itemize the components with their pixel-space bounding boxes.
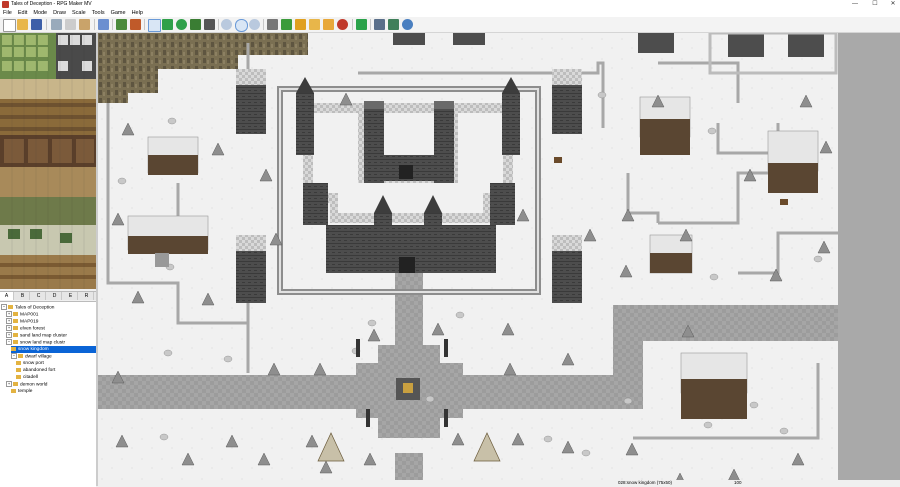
pencil-icon[interactable] <box>148 19 161 32</box>
plugin-manager-icon[interactable] <box>281 19 292 30</box>
collapse-icon[interactable]: − <box>1 304 7 310</box>
save-project-icon[interactable] <box>31 19 42 30</box>
tree-item-map001[interactable]: + MAP001 <box>6 311 38 318</box>
new-project-icon[interactable] <box>3 19 16 32</box>
tab-tileset-e[interactable]: E <box>64 292 78 300</box>
map-icon <box>13 333 18 337</box>
tree-item-demon-world[interactable]: + demon world <box>6 381 47 388</box>
copy-icon[interactable] <box>65 19 76 30</box>
menu-scale[interactable]: Scale <box>69 9 89 17</box>
tab-tileset-c[interactable]: C <box>32 292 46 300</box>
zoom-out-icon[interactable] <box>235 19 248 32</box>
collapse-icon[interactable]: − <box>6 339 12 345</box>
map-icon <box>18 354 23 358</box>
map-icon <box>13 312 18 316</box>
rectangle-icon[interactable] <box>162 19 173 30</box>
close-button[interactable]: ✕ <box>884 0 900 9</box>
map-icon <box>13 382 18 386</box>
window-title: Tales of Deception - RPG Maker MV <box>11 1 92 7</box>
cut-icon[interactable] <box>51 19 62 30</box>
tree-item-project[interactable]: − Tales of Deception <box>1 304 54 311</box>
menu-game[interactable]: Game <box>108 9 129 17</box>
tree-item-abandoned-fort[interactable]: abandoned fort <box>16 367 55 374</box>
minimize-button[interactable]: — <box>846 0 864 9</box>
map-icon <box>11 388 16 393</box>
character-generator-icon[interactable] <box>337 19 348 30</box>
menu-bar: File Edit Mode Draw Scale Tools Game Help <box>0 9 900 17</box>
title-bar: Tales of Deception - RPG Maker MV — ☐ ✕ <box>0 0 900 9</box>
map-tree: − Tales of Deception + MAP001 + MAP019 + elv… <box>0 301 96 487</box>
expand-icon[interactable]: + <box>6 381 12 387</box>
collapse-icon[interactable]: − <box>11 353 17 359</box>
sound-test-icon[interactable] <box>295 19 306 30</box>
expand-icon[interactable]: + <box>6 318 12 324</box>
playtest-icon[interactable] <box>356 19 367 30</box>
tileset-tab-bar: A B C D E R <box>0 291 96 300</box>
tree-item-temple[interactable]: temple <box>11 388 32 395</box>
event-searcher-icon[interactable] <box>309 19 320 30</box>
map-canvas[interactable] <box>98 33 838 480</box>
status-map-info: 028:snow kingdom (75x50) <box>618 480 673 485</box>
zoom-in-icon[interactable] <box>221 19 232 30</box>
game-folder-icon[interactable] <box>374 19 385 30</box>
menu-tools[interactable]: Tools <box>89 9 108 17</box>
folder-icon <box>8 305 13 309</box>
status-bar: 028:snow kingdom (75x50) 100 <box>98 480 900 486</box>
paste-icon[interactable] <box>79 19 90 30</box>
map-icon <box>16 367 21 372</box>
tileset-tiles[interactable] <box>0 33 96 289</box>
app-logo-icon <box>2 1 9 8</box>
menu-mode[interactable]: Mode <box>30 9 50 17</box>
expand-icon[interactable]: + <box>6 332 12 338</box>
event-mode-icon[interactable] <box>130 19 141 30</box>
tree-item-map019[interactable]: + MAP019 <box>6 318 38 325</box>
open-project-icon[interactable] <box>17 19 28 30</box>
map-icon <box>13 326 18 330</box>
tree-item-snow-port[interactable]: snow port <box>16 360 44 367</box>
menu-file[interactable]: File <box>0 9 15 17</box>
shadow-pen-icon[interactable] <box>204 19 215 30</box>
ellipse-icon[interactable] <box>176 19 187 30</box>
tab-tileset-d[interactable]: D <box>48 292 62 300</box>
tree-item-citadell[interactable]: citadell <box>16 374 38 381</box>
menu-draw[interactable]: Draw <box>50 9 69 17</box>
help-icon[interactable] <box>402 19 413 30</box>
map-icon <box>13 340 18 344</box>
menu-edit[interactable]: Edit <box>15 9 30 17</box>
database-icon[interactable] <box>267 19 278 30</box>
map-overflow-area <box>838 33 900 480</box>
tileset-palette[interactable] <box>0 33 96 289</box>
undo-icon[interactable] <box>98 19 109 30</box>
expand-icon[interactable]: + <box>6 325 12 331</box>
expand-icon[interactable]: + <box>6 311 12 317</box>
map-icon <box>16 374 21 379</box>
tree-item-dwarf-village[interactable]: − dwarf village <box>11 353 52 360</box>
map-icon <box>11 346 16 351</box>
fill-icon[interactable] <box>190 19 201 30</box>
tab-tileset-a[interactable]: A <box>0 292 14 300</box>
snow-map-render[interactable] <box>98 33 838 480</box>
actual-size-icon[interactable] <box>249 19 260 30</box>
toolbar <box>0 17 900 33</box>
map-mode-icon[interactable] <box>116 19 127 30</box>
map-icon <box>16 360 21 365</box>
tree-item-sand-land[interactable]: + sand land map cluster <box>6 332 67 339</box>
menu-help[interactable]: Help <box>129 9 146 17</box>
status-zoom: 100 <box>734 480 742 485</box>
tab-tileset-r[interactable]: R <box>80 292 94 300</box>
maximize-button[interactable]: ☐ <box>866 0 884 9</box>
tree-item-snow-land[interactable]: − snow land map clustr <box>6 339 65 346</box>
tree-item-elven-forest[interactable]: + elven forest <box>6 325 45 332</box>
tree-item-snow-kingdom[interactable]: snow kingdom <box>11 346 96 353</box>
map-icon <box>13 319 18 323</box>
resource-manager-icon[interactable] <box>323 19 334 30</box>
tab-tileset-b[interactable]: B <box>16 292 30 300</box>
deployment-icon[interactable] <box>388 19 399 30</box>
